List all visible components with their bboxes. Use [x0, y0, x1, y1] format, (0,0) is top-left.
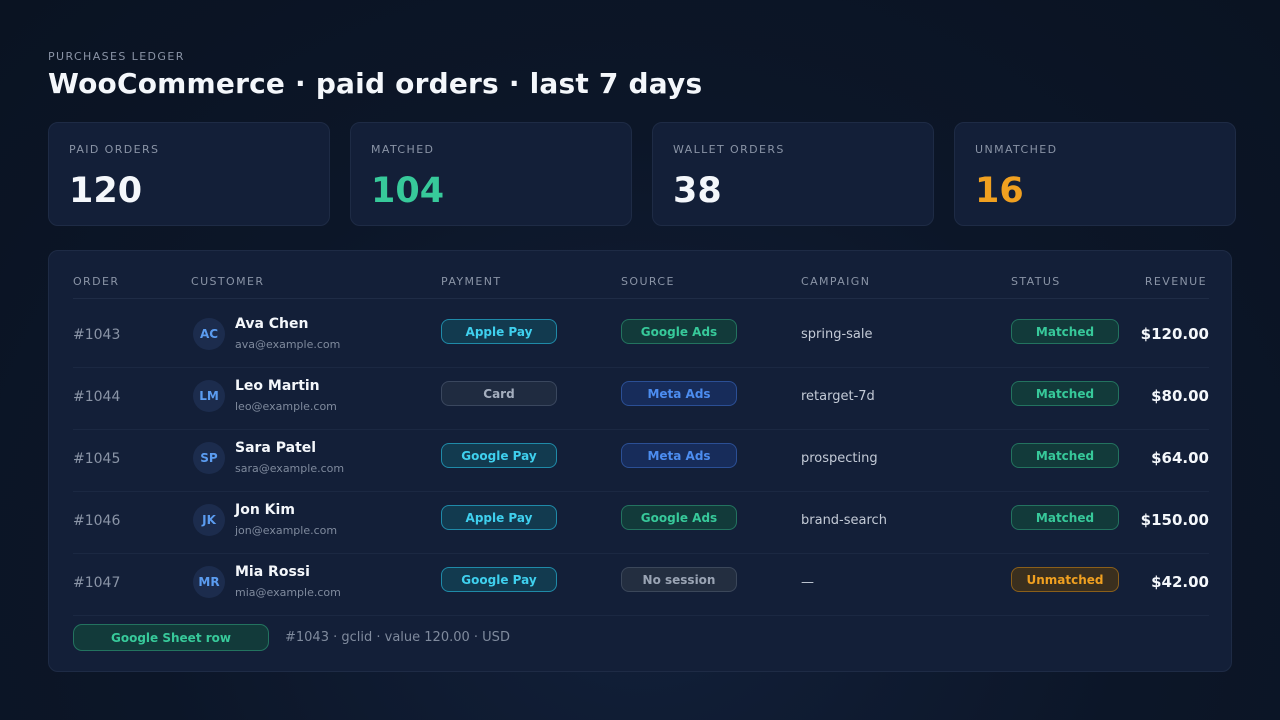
customer-name: Jon Kim — [235, 502, 295, 518]
revenue-value: $64.00 — [1151, 449, 1209, 467]
stat-value: 16 — [975, 171, 1024, 211]
customer-name: Mia Rossi — [235, 564, 310, 580]
order-id[interactable]: #1043 — [73, 327, 120, 343]
table-row[interactable]: #1045 SP Sara Patel sara@example.com Goo… — [73, 430, 1209, 492]
source-badge: Meta Ads — [621, 381, 737, 406]
stat-card-unmatched: UNMATCHED 16 — [954, 122, 1236, 226]
avatar: MR — [193, 566, 225, 598]
customer-email: ava@example.com — [235, 338, 341, 351]
stat-value: 120 — [69, 171, 143, 211]
column-header-order[interactable]: ORDER — [73, 275, 119, 288]
source-badge: Meta Ads — [621, 443, 737, 468]
avatar: SP — [193, 442, 225, 474]
column-header-customer[interactable]: CUSTOMER — [191, 275, 264, 288]
order-id[interactable]: #1046 — [73, 513, 120, 529]
stat-card-wallet-orders: WALLET ORDERS 38 — [652, 122, 934, 226]
stat-card-matched: MATCHED 104 — [350, 122, 632, 226]
payment-badge: Apple Pay — [441, 505, 557, 530]
campaign-name: retarget-7d — [801, 389, 875, 404]
status-badge: Matched — [1011, 319, 1119, 344]
stats-row: PAID ORDERS 120 MATCHED 104 WALLET ORDER… — [48, 122, 1236, 226]
stat-value: 104 — [371, 171, 445, 211]
source-badge: No session — [621, 567, 737, 592]
customer-email: leo@example.com — [235, 400, 337, 413]
payment-badge: Apple Pay — [441, 319, 557, 344]
purchases-ledger-page: PURCHASES LEDGER WooCommerce · paid orde… — [48, 0, 1236, 720]
stat-label: WALLET ORDERS — [673, 143, 785, 156]
stat-label: UNMATCHED — [975, 143, 1058, 156]
campaign-name: spring-sale — [801, 327, 873, 342]
source-badge: Google Ads — [621, 319, 737, 344]
page-title: WooCommerce · paid orders · last 7 days — [48, 67, 703, 100]
order-id[interactable]: #1045 — [73, 451, 120, 467]
avatar: JK — [193, 504, 225, 536]
status-badge: Matched — [1011, 505, 1119, 530]
column-header-campaign[interactable]: CAMPAIGN — [801, 275, 870, 288]
column-header-payment[interactable]: PAYMENT — [441, 275, 502, 288]
table-row[interactable]: #1044 LM Leo Martin leo@example.com Card… — [73, 368, 1209, 430]
payment-badge: Card — [441, 381, 557, 406]
stat-label: PAID ORDERS — [69, 143, 160, 156]
customer-name: Sara Patel — [235, 440, 317, 456]
page-eyebrow: PURCHASES LEDGER — [48, 50, 185, 63]
column-header-source[interactable]: SOURCE — [621, 275, 675, 288]
status-badge: Matched — [1011, 381, 1119, 406]
customer-name: Ava Chen — [235, 316, 309, 332]
revenue-value: $150.00 — [1140, 511, 1209, 529]
campaign-name: — — [801, 575, 814, 590]
status-badge: Matched — [1011, 443, 1119, 468]
table-row[interactable]: #1047 MR Mia Rossi mia@example.com Googl… — [73, 554, 1209, 616]
customer-email: jon@example.com — [235, 524, 338, 537]
column-header-status[interactable]: STATUS — [1011, 275, 1061, 288]
source-badge: Google Ads — [621, 505, 737, 530]
revenue-value: $120.00 — [1140, 325, 1209, 343]
campaign-name: prospecting — [801, 451, 878, 466]
payment-badge: Google Pay — [441, 443, 557, 468]
row-divider — [73, 615, 1209, 616]
column-header-revenue[interactable]: REVENUE — [1145, 275, 1207, 288]
header-divider — [73, 298, 1209, 299]
avatar: AC — [193, 318, 225, 350]
campaign-name: brand-search — [801, 513, 887, 528]
customer-email: mia@example.com — [235, 586, 341, 599]
revenue-value: $42.00 — [1151, 573, 1209, 591]
table-row[interactable]: #1046 JK Jon Kim jon@example.com Apple P… — [73, 492, 1209, 554]
order-id[interactable]: #1047 — [73, 575, 120, 591]
table-row[interactable]: #1043 AC Ava Chen ava@example.com Apple … — [73, 306, 1209, 368]
stat-card-paid-orders: PAID ORDERS 120 — [48, 122, 330, 226]
status-badge: Unmatched — [1011, 567, 1119, 592]
order-id[interactable]: #1044 — [73, 389, 120, 405]
avatar: LM — [193, 380, 225, 412]
sheet-row-details: #1043 · gclid · value 120.00 · USD — [285, 630, 510, 645]
revenue-value: $80.00 — [1151, 387, 1209, 405]
orders-table-panel: ORDER CUSTOMER PAYMENT SOURCE CAMPAIGN S… — [48, 250, 1232, 672]
google-sheet-row-badge[interactable]: Google Sheet row — [73, 624, 269, 651]
customer-name: Leo Martin — [235, 378, 320, 394]
customer-email: sara@example.com — [235, 462, 345, 475]
stat-label: MATCHED — [371, 143, 435, 156]
stat-value: 38 — [673, 171, 722, 211]
payment-badge: Google Pay — [441, 567, 557, 592]
